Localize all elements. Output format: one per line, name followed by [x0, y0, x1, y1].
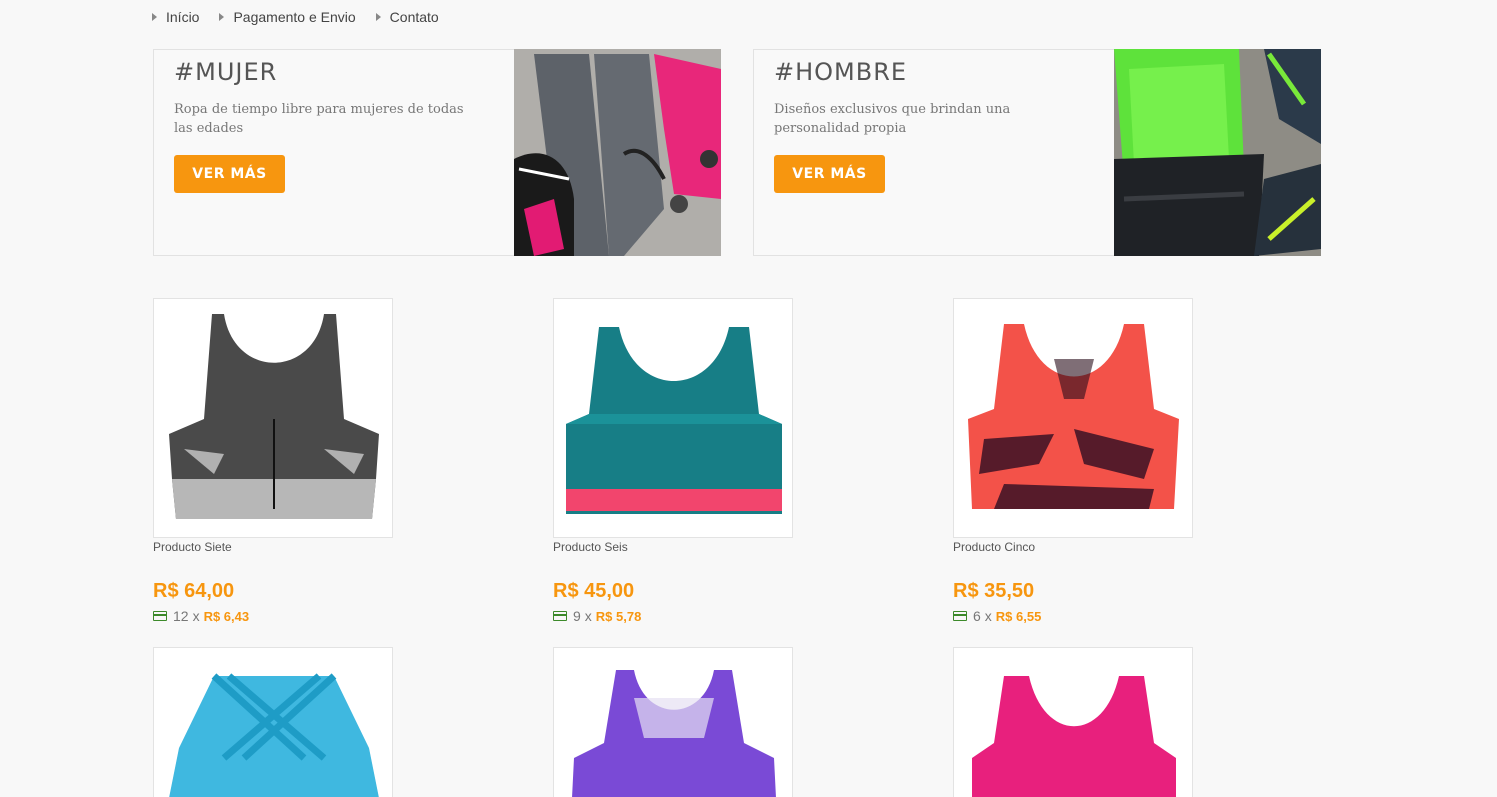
- installment-sep: x: [192, 608, 200, 624]
- credit-card-icon: [953, 611, 967, 621]
- product-card: Producto Seis R$ 45,00 9 x R$ 5,78: [553, 298, 793, 625]
- product-image[interactable]: [553, 298, 793, 538]
- product-card: Producto Cinco R$ 35,50 6 x R$ 6,55: [953, 298, 1193, 625]
- nav-item-inicio[interactable]: Início: [152, 8, 199, 26]
- installment-sep: x: [984, 608, 992, 624]
- product-card: Producto Siete R$ 64,00 12 x R$ 6,43: [153, 298, 393, 625]
- installment-amount: R$ 5,78: [595, 608, 642, 624]
- product-name[interactable]: Producto Siete: [153, 540, 393, 556]
- ver-mas-button[interactable]: VER MÁS: [174, 155, 285, 193]
- credit-card-icon: [153, 611, 167, 621]
- installments: 12 x R$ 6,43: [153, 607, 393, 625]
- banner-hombre: #HOMBRE Diseños exclusivos que brindan u…: [753, 49, 1321, 256]
- ver-mas-button[interactable]: VER MÁS: [774, 155, 885, 193]
- nav-item-label: Início: [166, 9, 200, 25]
- product-image[interactable]: [153, 298, 393, 538]
- installments: 9 x R$ 5,78: [553, 607, 793, 625]
- nav-item-label: Pagamento e Envio: [233, 9, 356, 25]
- nav-item-pagamento[interactable]: Pagamento e Envio: [219, 8, 356, 26]
- banner-title: #HOMBRE: [774, 58, 908, 86]
- nav-item-contato[interactable]: Contato: [375, 8, 439, 26]
- product-image[interactable]: [953, 298, 1193, 538]
- product-price: R$ 45,00: [553, 580, 635, 602]
- product-card: [553, 647, 793, 797]
- product-card: [153, 647, 393, 797]
- caret-right-icon: [375, 13, 381, 21]
- installment-amount: R$ 6,55: [995, 608, 1042, 624]
- product-name[interactable]: Producto Cinco: [953, 540, 1193, 556]
- banner-photo[interactable]: [1114, 49, 1321, 256]
- credit-card-icon: [553, 611, 567, 621]
- installment-count: 6: [973, 608, 981, 624]
- banner-mujer: #MUJER Ropa de tiempo libre para mujeres…: [153, 49, 721, 256]
- product-card: [953, 647, 1193, 797]
- product-price: R$ 35,50: [953, 580, 1035, 602]
- caret-right-icon: [219, 13, 225, 21]
- installments: 6 x R$ 6,55: [953, 607, 1193, 625]
- installment-count: 9: [573, 608, 581, 624]
- banner-description: Diseños exclusivos que brindan una perso…: [774, 102, 1011, 136]
- top-nav: Início Pagamento e Envio Contato: [152, 8, 459, 26]
- product-name[interactable]: Producto Seis: [553, 540, 793, 556]
- product-price: R$ 64,00: [153, 580, 235, 602]
- product-image[interactable]: [553, 647, 793, 797]
- product-image[interactable]: [153, 647, 393, 797]
- banner-photo[interactable]: [514, 49, 721, 256]
- installment-sep: x: [584, 608, 592, 624]
- banner-description: Ropa de tiempo libre para mujeres de tod…: [174, 102, 464, 136]
- installment-amount: R$ 6,43: [203, 608, 250, 624]
- caret-right-icon: [152, 13, 157, 21]
- product-image[interactable]: [953, 647, 1193, 797]
- installment-count: 12: [173, 608, 189, 624]
- nav-item-label: Contato: [389, 9, 439, 25]
- banner-title: #MUJER: [174, 58, 278, 86]
